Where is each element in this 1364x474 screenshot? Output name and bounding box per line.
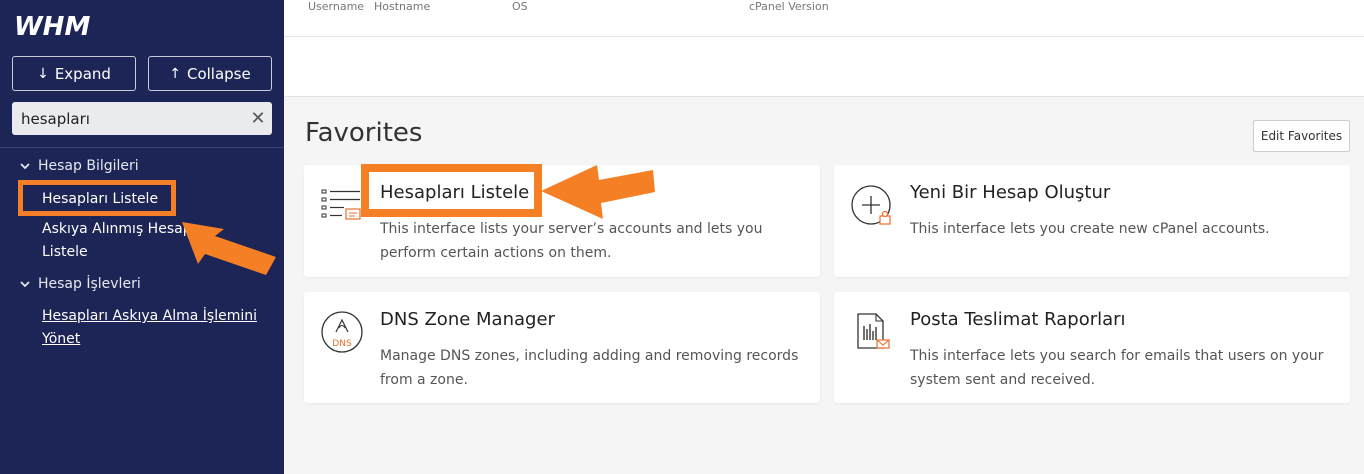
arrow-annotation-card (541, 165, 655, 219)
annotation-arrows (182, 165, 655, 275)
arrow-annotation-sidebar (182, 222, 276, 275)
